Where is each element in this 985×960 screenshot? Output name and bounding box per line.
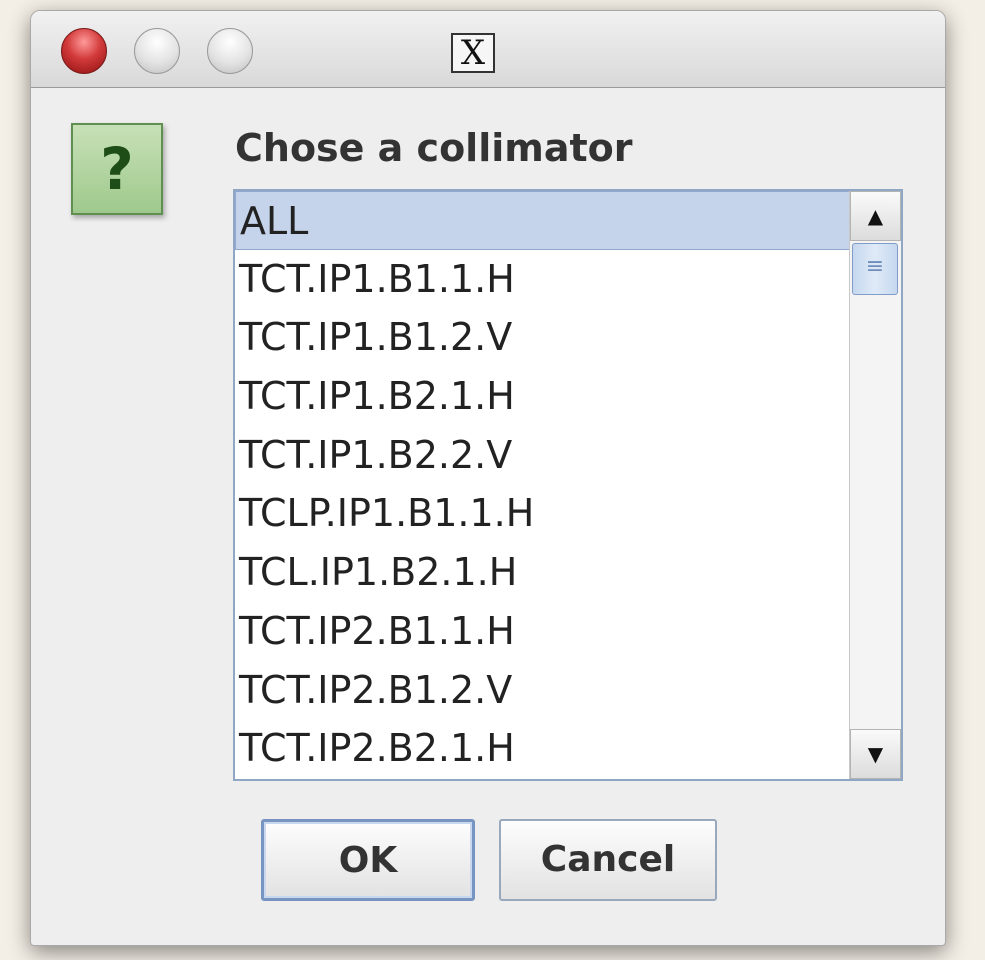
collimator-list[interactable]: ALL TCT.IP1.B1.1.H TCT.IP1.B1.2.V TCT.IP… — [233, 189, 903, 781]
java-app-icon: X — [451, 33, 495, 73]
list-item[interactable]: TCT.IP2.B1.1.H — [235, 602, 851, 661]
minimize-icon[interactable] — [134, 28, 180, 74]
dialog-prompt: Chose a collimator — [235, 126, 633, 170]
list-item[interactable]: ALL — [235, 191, 851, 250]
scrollbar-thumb[interactable]: ≡ — [852, 243, 898, 295]
list-item[interactable]: TCT.IP1.B2.1.H — [235, 367, 851, 426]
title-bar[interactable]: X — [31, 11, 945, 88]
list-item[interactable]: TCT.IP2.B1.2.V — [235, 661, 851, 720]
close-icon[interactable] — [61, 28, 107, 74]
scroll-down-arrow-icon[interactable]: ▼ — [850, 729, 901, 779]
collimator-dialog: X ? Chose a collimator ALL TCT.IP1.B1.1.… — [30, 10, 946, 946]
maximize-icon[interactable] — [207, 28, 253, 74]
question-icon: ? — [71, 123, 163, 215]
scroll-up-arrow-icon[interactable]: ▲ — [850, 191, 901, 241]
list-item[interactable]: TCT.IP2.B2.1.H — [235, 719, 851, 778]
list-item[interactable]: TCT.IP1.B1.2.V — [235, 308, 851, 367]
vertical-scrollbar[interactable]: ▲ ≡ ▼ — [849, 191, 901, 779]
cancel-button[interactable]: Cancel — [499, 819, 717, 901]
list-items-container: ALL TCT.IP1.B1.1.H TCT.IP1.B1.2.V TCT.IP… — [235, 191, 851, 779]
list-item[interactable]: TCT.IP1.B1.1.H — [235, 250, 851, 309]
list-item[interactable]: TCL.IP1.B2.1.H — [235, 543, 851, 602]
list-item[interactable]: TCLP.IP1.B1.1.H — [235, 484, 851, 543]
ok-button[interactable]: OK — [261, 819, 475, 901]
list-item[interactable]: TCT.IP1.B2.2.V — [235, 426, 851, 485]
